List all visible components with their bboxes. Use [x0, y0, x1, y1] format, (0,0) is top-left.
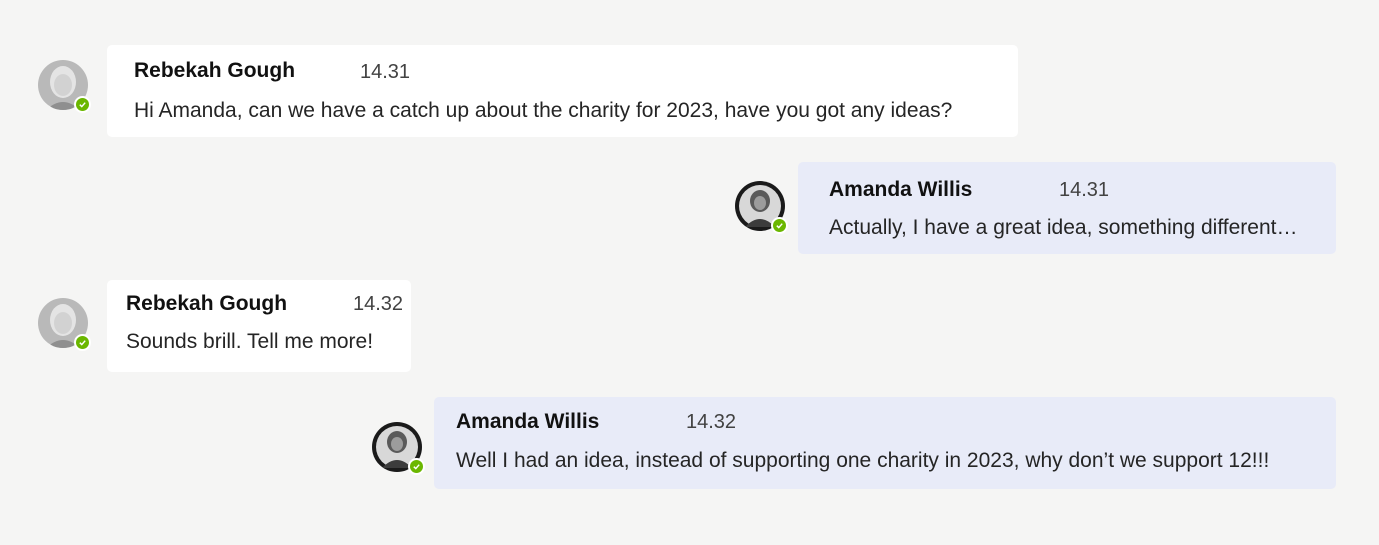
message-time: 14.32 — [353, 293, 404, 315]
presence-available-icon — [74, 96, 91, 113]
message-time: 14.32 — [686, 411, 737, 433]
avatar-rebekah-gough[interactable] — [38, 298, 91, 351]
avatar-amanda-willis[interactable] — [735, 181, 788, 234]
message-time: 14.31 — [360, 61, 411, 83]
sender-name: Amanda Willis — [456, 410, 600, 433]
message-text: Hi Amanda, can we have a catch up about … — [134, 99, 953, 122]
message-time: 14.31 — [1059, 179, 1110, 201]
sender-name: Rebekah Gough — [134, 59, 296, 82]
message-bubble[interactable]: Amanda Willis 14.32 Well I had an idea, … — [434, 397, 1336, 489]
presence-available-icon — [408, 458, 425, 475]
message-bubble[interactable]: Rebekah Gough 14.32 Sounds brill. Tell m… — [107, 280, 411, 372]
message-text: Actually, I have a great idea, something… — [829, 216, 1298, 239]
message-bubble[interactable]: Amanda Willis 14.31 Actually, I have a g… — [798, 162, 1336, 254]
presence-available-icon — [771, 217, 788, 234]
message-text: Sounds brill. Tell me more! — [126, 330, 374, 353]
sender-name: Amanda Willis — [829, 178, 973, 201]
presence-available-icon — [74, 334, 91, 351]
message-text: Well I had an idea, instead of supportin… — [456, 449, 1270, 472]
avatar-amanda-willis[interactable] — [372, 422, 425, 475]
avatar-rebekah-gough[interactable] — [38, 60, 91, 113]
message-bubble[interactable]: Rebekah Gough 14.31 Hi Amanda, can we ha… — [107, 45, 1018, 137]
sender-name: Rebekah Gough — [126, 292, 288, 315]
